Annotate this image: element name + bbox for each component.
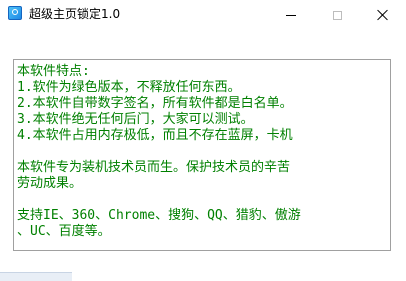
window-title: 超级主页锁定1.0 — [29, 7, 121, 21]
maximize-icon — [332, 10, 342, 20]
text-line: 3.本软件绝无任何后门，大家可以测试。 — [17, 112, 254, 127]
text-line: 1.软件为绿色版本，不释放任何东西。 — [17, 80, 241, 95]
close-button[interactable] — [360, 0, 406, 30]
text-line: 劳动成果。 — [17, 176, 83, 191]
bottom-panel-edge — [0, 272, 72, 281]
app-lock-icon — [8, 6, 22, 20]
text-line: 2.本软件自带数字签名，所有软件都是白名单。 — [17, 96, 293, 111]
minimize-button[interactable] — [268, 0, 314, 30]
text-line: 、UC、百度等。 — [17, 224, 111, 239]
info-text-box: 本软件特点: 1.软件为绿色版本，不释放任何东西。 2.本软件自带数字签名，所有… — [13, 59, 391, 251]
minimize-icon — [286, 14, 296, 16]
maximize-button[interactable] — [314, 0, 360, 30]
text-line: 本软件特点: — [17, 64, 90, 79]
text-line: 4.本软件占用内存极低，而且不存在蓝屏，卡机 — [17, 128, 293, 143]
text-line: 支持IE、360、Chrome、搜狗、QQ、猎豹、傲游 — [17, 208, 301, 223]
title-bar: 超级主页锁定1.0 — [0, 0, 406, 30]
text-line: 本软件专为装机技术员而生。保护技术员的辛苦 — [17, 160, 291, 175]
close-icon — [377, 9, 389, 21]
